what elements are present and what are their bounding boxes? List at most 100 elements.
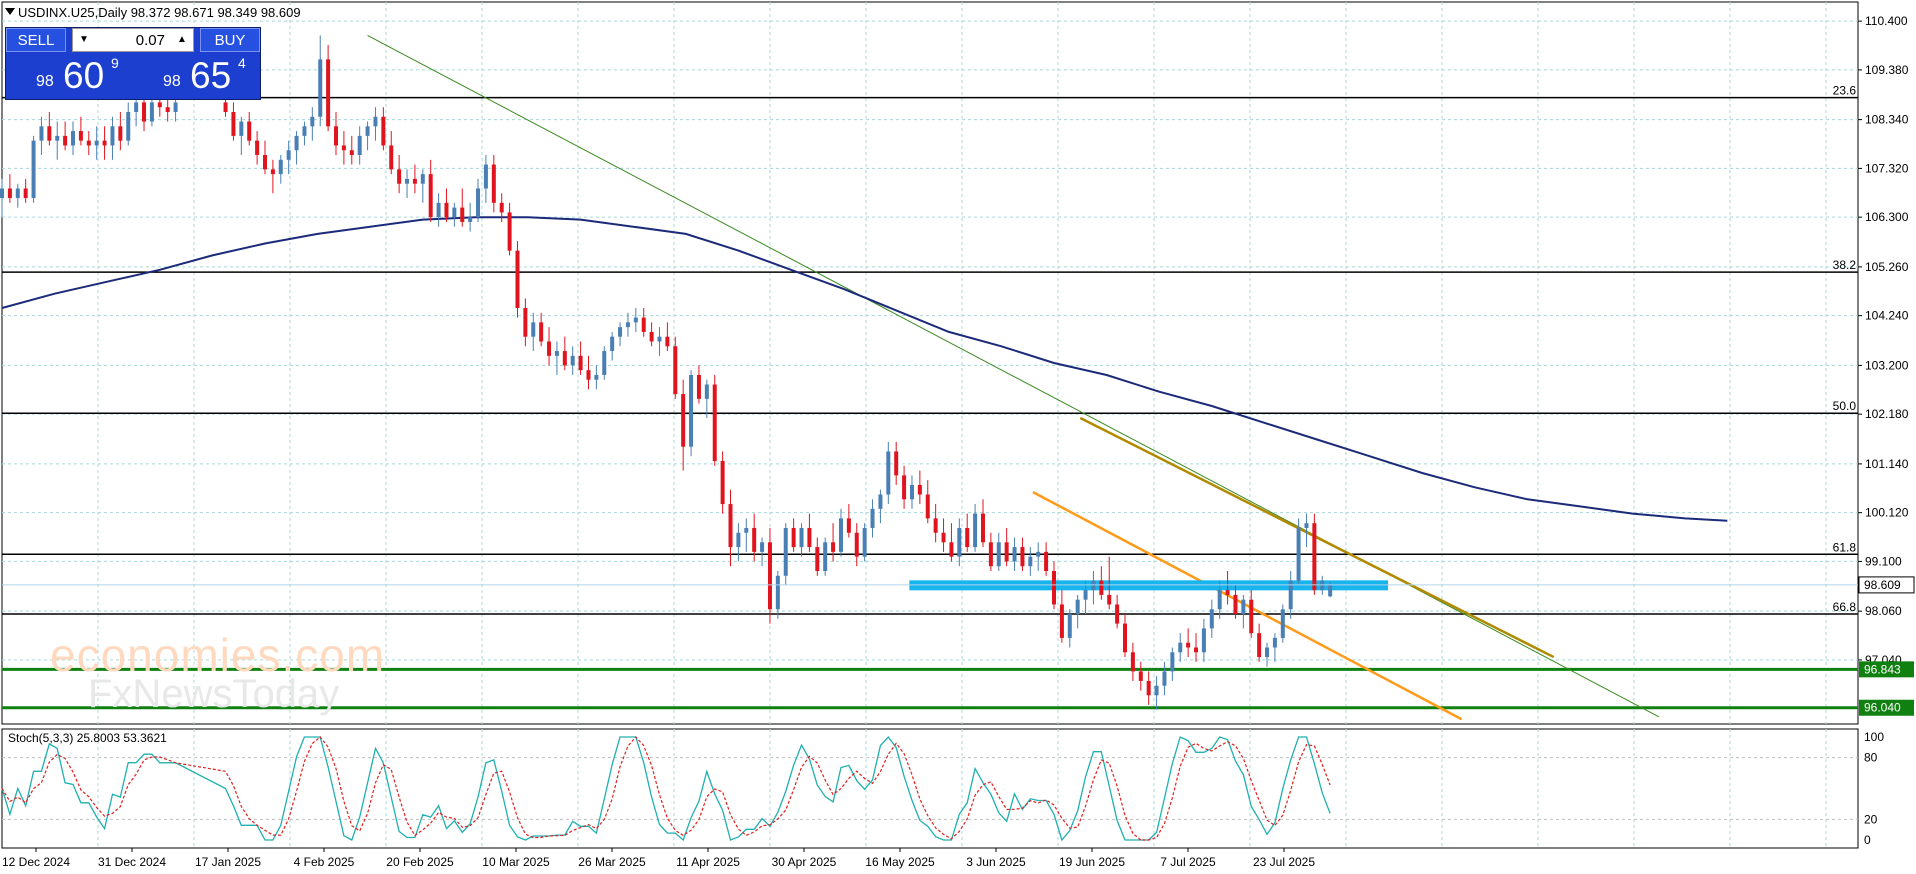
date-label: 19 Jun 2025 [1059,855,1125,869]
buy-price[interactable]: 98 65 4 [135,53,260,97]
candle-body [302,126,307,136]
candle-body [562,351,567,366]
date-label: 31 Dec 2024 [98,855,166,869]
stoch-tick-label: 0 [1864,833,1871,847]
candle-body [1209,609,1214,629]
watermark-fxnewstoday: FxNewsToday [88,672,340,716]
candle-body [476,188,481,218]
candle-body [491,164,496,203]
candle-body [71,131,76,146]
candle-body [397,169,402,184]
price-tick-label: 102.180 [1865,407,1909,421]
candle-body [767,542,772,610]
candle-body [799,527,804,548]
candle-body [173,102,178,112]
buy-price-main: 65 [190,55,232,96]
candle-body [870,508,875,528]
candle-body [499,202,504,213]
buy-button[interactable]: BUY [200,28,260,52]
candle-body [7,188,12,199]
candle-body [1028,556,1033,567]
candle-body [704,384,709,399]
price-tick-label: 108.340 [1865,113,1909,127]
candle-body [389,145,394,170]
candle-body [744,527,749,533]
candle-body [641,317,646,332]
candle-body [310,116,315,127]
candle-body [649,331,654,342]
candle-body [996,542,1001,567]
fib-level-label: 61.8 [1833,540,1857,554]
sell-price-main: 60 [63,55,105,96]
candle-body [625,322,630,328]
candle-body [1233,594,1238,615]
lot-increase-icon[interactable]: ▲ [171,29,193,51]
candle-body [326,59,331,127]
stochastic-plot-area: Stoch(5,3,3) 25.8003 53.3621 100 80 20 0 [1,728,1884,849]
candle-body [618,327,623,337]
candle-body [917,484,922,495]
candle-body [1004,542,1009,562]
candle-body [165,107,170,112]
candle-body [405,178,410,184]
candle-body [862,527,867,557]
candle-body [134,102,139,112]
sell-price[interactable]: 98 60 9 [8,53,133,97]
candle-body [39,126,44,141]
lot-size-value: 0.07 [135,32,165,49]
date-label: 7 Jul 2025 [1160,855,1216,869]
date-label: 12 Dec 2024 [2,855,70,869]
candle-body [712,384,717,462]
candle-body [286,150,291,160]
candle-body [949,542,954,557]
date-label: 30 Apr 2025 [772,855,837,869]
price-tick-label: 107.320 [1865,161,1909,175]
candle-body [760,542,765,552]
candle-body [554,351,559,356]
candle-body [142,102,147,122]
moving-average-line [1,216,1728,522]
candle-body [420,174,425,184]
price-tick-label: 105.260 [1865,260,1909,274]
candle-body [278,159,283,175]
candle-body [673,346,678,395]
candle-body [63,135,68,146]
one-click-trading-panel: SELL ▼ 0.07 ▲ BUY 98 60 9 98 65 4 [5,27,261,100]
candle-body [1107,594,1112,605]
candle-body [428,174,433,218]
date-label: 10 Mar 2025 [482,855,550,869]
buy-price-sup: 4 [238,55,246,71]
candle-body [973,513,978,548]
candle-body [55,135,60,141]
sell-button[interactable]: SELL [6,28,66,52]
date-label: 3 Jun 2025 [966,855,1026,869]
candle-body [1304,523,1309,528]
current-price-label: 98.609 [1864,578,1901,592]
candle-body [909,484,914,500]
candle-body [1138,671,1143,681]
candle-body [1020,547,1025,567]
candle-body [586,370,591,380]
price-tick-label: 98.060 [1865,604,1902,618]
candle-body [78,131,83,141]
candle-body [728,504,733,548]
price-tick-label: 103.200 [1865,358,1909,372]
candle-body [118,126,123,141]
trend-line-lower [1032,490,1463,721]
candle-body [223,102,228,112]
lot-decrease-icon[interactable]: ▼ [73,29,95,51]
candle-body [318,59,323,117]
candle-body [1067,614,1072,638]
candle-body [1265,647,1270,658]
candle-body [846,518,851,533]
chart-menu-icon[interactable] [5,8,15,15]
candle-body [1312,523,1317,591]
candle-body [126,111,131,141]
lot-size-field[interactable]: ▼ 0.07 ▲ [72,28,194,52]
candle-body [894,451,899,476]
price-tick-label: 104.240 [1865,309,1909,323]
candle-body [657,336,662,342]
price-chart: 110.400 109.380 108.340 107.320 106.300 105.2… [0,1,1915,869]
price-tick-label: 99.100 [1865,554,1902,568]
candle-body [1036,551,1041,557]
